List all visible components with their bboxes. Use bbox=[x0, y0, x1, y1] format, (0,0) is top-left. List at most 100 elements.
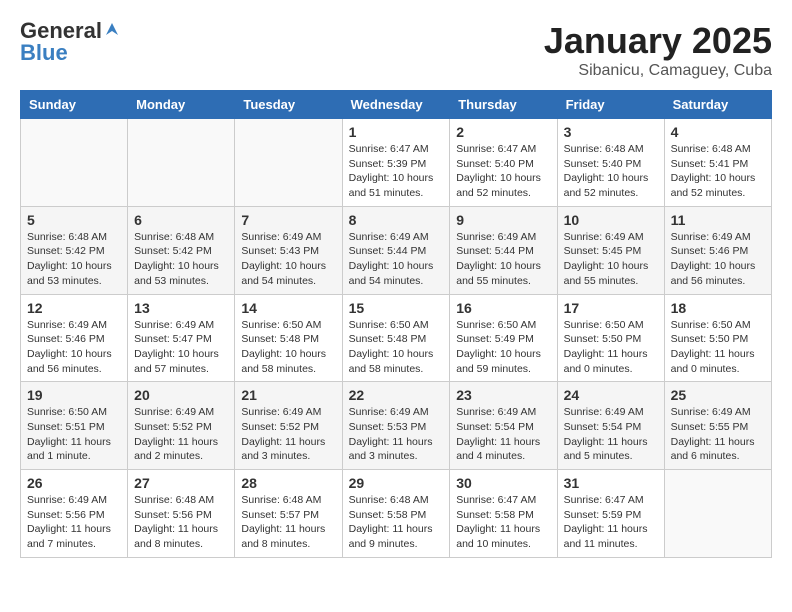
day-number: 7 bbox=[241, 212, 335, 228]
calendar-week-row: 5 Sunrise: 6:48 AM Sunset: 5:42 PM Daylig… bbox=[21, 206, 772, 294]
calendar-cell: 11 Sunrise: 6:49 AM Sunset: 5:46 PM Dayli… bbox=[664, 206, 771, 294]
day-info: Sunrise: 6:50 AM Sunset: 5:48 PM Dayligh… bbox=[241, 318, 335, 377]
logo-blue: Blue bbox=[20, 42, 68, 64]
calendar-cell bbox=[664, 470, 771, 558]
title-month: January 2025 bbox=[544, 20, 772, 62]
day-info: Sunrise: 6:48 AM Sunset: 5:57 PM Dayligh… bbox=[241, 493, 335, 552]
calendar-cell: 29 Sunrise: 6:48 AM Sunset: 5:58 PM Dayli… bbox=[342, 470, 450, 558]
day-number: 1 bbox=[349, 124, 444, 140]
day-number: 17 bbox=[564, 300, 658, 316]
calendar-cell: 16 Sunrise: 6:50 AM Sunset: 5:49 PM Dayli… bbox=[450, 294, 557, 382]
calendar-cell: 18 Sunrise: 6:50 AM Sunset: 5:50 PM Dayli… bbox=[664, 294, 771, 382]
day-number: 20 bbox=[134, 387, 228, 403]
day-number: 11 bbox=[671, 212, 765, 228]
day-number: 14 bbox=[241, 300, 335, 316]
weekday-header-monday: Monday bbox=[128, 91, 235, 119]
day-info: Sunrise: 6:49 AM Sunset: 5:54 PM Dayligh… bbox=[456, 405, 550, 464]
calendar-cell: 5 Sunrise: 6:48 AM Sunset: 5:42 PM Daylig… bbox=[21, 206, 128, 294]
day-info: Sunrise: 6:49 AM Sunset: 5:52 PM Dayligh… bbox=[241, 405, 335, 464]
weekday-header-sunday: Sunday bbox=[21, 91, 128, 119]
calendar-cell: 25 Sunrise: 6:49 AM Sunset: 5:55 PM Dayli… bbox=[664, 382, 771, 470]
day-info: Sunrise: 6:49 AM Sunset: 5:54 PM Dayligh… bbox=[564, 405, 658, 464]
day-info: Sunrise: 6:49 AM Sunset: 5:44 PM Dayligh… bbox=[349, 230, 444, 289]
day-info: Sunrise: 6:50 AM Sunset: 5:49 PM Dayligh… bbox=[456, 318, 550, 377]
logo: General Blue bbox=[20, 20, 120, 64]
day-info: Sunrise: 6:48 AM Sunset: 5:42 PM Dayligh… bbox=[27, 230, 121, 289]
day-info: Sunrise: 6:49 AM Sunset: 5:46 PM Dayligh… bbox=[27, 318, 121, 377]
day-number: 2 bbox=[456, 124, 550, 140]
day-number: 29 bbox=[349, 475, 444, 491]
calendar-cell: 31Sunrise: 6:47 AM Sunset: 5:59 PM Dayli… bbox=[557, 470, 664, 558]
calendar-cell: 8Sunrise: 6:49 AM Sunset: 5:44 PM Daylig… bbox=[342, 206, 450, 294]
day-number: 12 bbox=[27, 300, 121, 316]
day-number: 30 bbox=[456, 475, 550, 491]
day-number: 26 bbox=[27, 475, 121, 491]
calendar-cell: 23Sunrise: 6:49 AM Sunset: 5:54 PM Dayli… bbox=[450, 382, 557, 470]
day-info: Sunrise: 6:48 AM Sunset: 5:56 PM Dayligh… bbox=[134, 493, 228, 552]
calendar-cell: 30 Sunrise: 6:47 AM Sunset: 5:58 PM Dayli… bbox=[450, 470, 557, 558]
calendar-cell: 15Sunrise: 6:50 AM Sunset: 5:48 PM Dayli… bbox=[342, 294, 450, 382]
weekday-header-friday: Friday bbox=[557, 91, 664, 119]
weekday-header-thursday: Thursday bbox=[450, 91, 557, 119]
calendar-table: SundayMondayTuesdayWednesdayThursdayFrid… bbox=[20, 90, 772, 558]
day-number: 24 bbox=[564, 387, 658, 403]
day-info: Sunrise: 6:50 AM Sunset: 5:50 PM Dayligh… bbox=[671, 318, 765, 377]
calendar-cell: 4Sunrise: 6:48 AM Sunset: 5:41 PM Daylig… bbox=[664, 119, 771, 207]
day-info: Sunrise: 6:47 AM Sunset: 5:39 PM Dayligh… bbox=[349, 142, 444, 201]
weekday-header-saturday: Saturday bbox=[664, 91, 771, 119]
title-block: January 2025 Sibanicu, Camaguey, Cuba bbox=[544, 20, 772, 80]
calendar-header-row: SundayMondayTuesdayWednesdayThursdayFrid… bbox=[21, 91, 772, 119]
day-info: Sunrise: 6:49 AM Sunset: 5:53 PM Dayligh… bbox=[349, 405, 444, 464]
calendar-cell: 3 Sunrise: 6:48 AM Sunset: 5:40 PM Daylig… bbox=[557, 119, 664, 207]
day-info: Sunrise: 6:49 AM Sunset: 5:44 PM Dayligh… bbox=[456, 230, 550, 289]
day-number: 19 bbox=[27, 387, 121, 403]
calendar-cell bbox=[128, 119, 235, 207]
logo-icon bbox=[104, 21, 120, 37]
day-number: 28 bbox=[241, 475, 335, 491]
day-number: 6 bbox=[134, 212, 228, 228]
page-header: General Blue January 2025 Sibanicu, Cama… bbox=[20, 20, 772, 80]
day-number: 22 bbox=[349, 387, 444, 403]
calendar-cell: 26 Sunrise: 6:49 AM Sunset: 5:56 PM Dayli… bbox=[21, 470, 128, 558]
calendar-cell: 19 Sunrise: 6:50 AM Sunset: 5:51 PM Dayli… bbox=[21, 382, 128, 470]
day-info: Sunrise: 6:48 AM Sunset: 5:40 PM Dayligh… bbox=[564, 142, 658, 201]
day-number: 18 bbox=[671, 300, 765, 316]
weekday-header-tuesday: Tuesday bbox=[235, 91, 342, 119]
day-info: Sunrise: 6:47 AM Sunset: 5:40 PM Dayligh… bbox=[456, 142, 550, 201]
day-number: 25 bbox=[671, 387, 765, 403]
day-info: Sunrise: 6:49 AM Sunset: 5:55 PM Dayligh… bbox=[671, 405, 765, 464]
calendar-cell: 24 Sunrise: 6:49 AM Sunset: 5:54 PM Dayli… bbox=[557, 382, 664, 470]
day-info: Sunrise: 6:49 AM Sunset: 5:52 PM Dayligh… bbox=[134, 405, 228, 464]
calendar-cell: 7 Sunrise: 6:49 AM Sunset: 5:43 PM Daylig… bbox=[235, 206, 342, 294]
day-info: Sunrise: 6:49 AM Sunset: 5:43 PM Dayligh… bbox=[241, 230, 335, 289]
calendar-cell: 10Sunrise: 6:49 AM Sunset: 5:45 PM Dayli… bbox=[557, 206, 664, 294]
calendar-cell: 6Sunrise: 6:48 AM Sunset: 5:42 PM Daylig… bbox=[128, 206, 235, 294]
day-info: Sunrise: 6:48 AM Sunset: 5:58 PM Dayligh… bbox=[349, 493, 444, 552]
day-number: 31 bbox=[564, 475, 658, 491]
day-number: 13 bbox=[134, 300, 228, 316]
calendar-cell: 2 Sunrise: 6:47 AM Sunset: 5:40 PM Daylig… bbox=[450, 119, 557, 207]
day-number: 10 bbox=[564, 212, 658, 228]
calendar-week-row: 12 Sunrise: 6:49 AM Sunset: 5:46 PM Dayli… bbox=[21, 294, 772, 382]
day-info: Sunrise: 6:49 AM Sunset: 5:47 PM Dayligh… bbox=[134, 318, 228, 377]
weekday-header-wednesday: Wednesday bbox=[342, 91, 450, 119]
day-info: Sunrise: 6:50 AM Sunset: 5:51 PM Dayligh… bbox=[27, 405, 121, 464]
calendar-cell: 28 Sunrise: 6:48 AM Sunset: 5:57 PM Dayli… bbox=[235, 470, 342, 558]
day-number: 21 bbox=[241, 387, 335, 403]
title-location: Sibanicu, Camaguey, Cuba bbox=[544, 62, 772, 80]
day-number: 15 bbox=[349, 300, 444, 316]
day-number: 4 bbox=[671, 124, 765, 140]
day-info: Sunrise: 6:49 AM Sunset: 5:46 PM Dayligh… bbox=[671, 230, 765, 289]
day-number: 3 bbox=[564, 124, 658, 140]
day-number: 16 bbox=[456, 300, 550, 316]
calendar-week-row: 26 Sunrise: 6:49 AM Sunset: 5:56 PM Dayli… bbox=[21, 470, 772, 558]
day-number: 5 bbox=[27, 212, 121, 228]
day-info: Sunrise: 6:47 AM Sunset: 5:58 PM Dayligh… bbox=[456, 493, 550, 552]
calendar-cell: 27 Sunrise: 6:48 AM Sunset: 5:56 PM Dayli… bbox=[128, 470, 235, 558]
day-number: 27 bbox=[134, 475, 228, 491]
calendar-cell bbox=[21, 119, 128, 207]
calendar-cell: 20 Sunrise: 6:49 AM Sunset: 5:52 PM Dayli… bbox=[128, 382, 235, 470]
calendar-cell bbox=[235, 119, 342, 207]
day-info: Sunrise: 6:49 AM Sunset: 5:56 PM Dayligh… bbox=[27, 493, 121, 552]
calendar-week-row: 19 Sunrise: 6:50 AM Sunset: 5:51 PM Dayli… bbox=[21, 382, 772, 470]
